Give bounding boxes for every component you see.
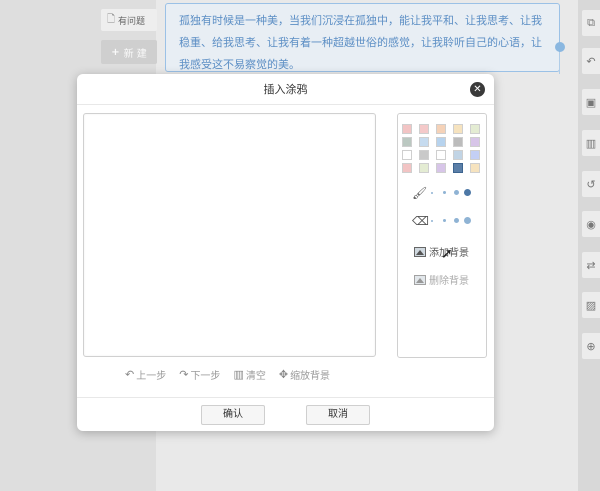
confirm-button[interactable]: 确认	[201, 405, 265, 425]
question-tag-button[interactable]: 🗋 有问题	[101, 9, 157, 31]
save-icon[interactable]: ▣	[582, 89, 600, 115]
picture-icon	[414, 246, 426, 257]
text-card-content: 孤独有时候是一种美，当我们沉浸在孤独中，能让我平和、让我思考、让我稳重、给我思考…	[179, 14, 542, 71]
color-swatch[interactable]	[402, 137, 412, 147]
color-swatch[interactable]	[419, 163, 429, 173]
eraser-size-row: ⌫	[412, 214, 476, 228]
color-swatch[interactable]	[470, 137, 480, 147]
resize-handle-line	[559, 52, 560, 74]
clear-button[interactable]: ▥ 清空	[233, 366, 265, 382]
color-swatch[interactable]	[402, 150, 412, 160]
color-swatch[interactable]	[402, 124, 412, 134]
brush-size-2[interactable]	[443, 191, 446, 194]
scale-background-label: 缩放背景	[290, 370, 331, 382]
eye-icon[interactable]: ◉	[582, 211, 600, 237]
redo-arrow-icon: ↷	[179, 367, 189, 381]
remove-background-label: 删除背景	[429, 276, 469, 287]
plus-icon: +	[111, 46, 120, 58]
eraser-size-4[interactable]	[464, 217, 471, 224]
new-button[interactable]: + 新 建	[101, 40, 157, 64]
color-swatch[interactable]	[436, 137, 446, 147]
zoom-icon[interactable]: ⊕	[582, 333, 600, 359]
right-toolbar: ⧉ ↶ ▣ ▥ ↺ ◉ ⇄ ▨ ⊕	[578, 0, 600, 491]
move-arrows-icon: ✥	[278, 367, 289, 381]
history-icon[interactable]: ↺	[582, 171, 600, 197]
action-bar: ↶ 上一步 ↷ 下一步 ▥ 清空 ✥ 缩放背景	[125, 366, 343, 382]
color-swatch[interactable]	[419, 124, 429, 134]
color-swatch[interactable]	[436, 163, 446, 173]
color-swatch[interactable]	[419, 150, 429, 160]
eraser-size-2[interactable]	[443, 219, 446, 222]
swap-icon[interactable]: ⇄	[582, 252, 600, 278]
brush-size-row: 🖌	[412, 186, 476, 200]
tools-panel: 🖌 ⌫ 添加背景 删除背景	[397, 113, 487, 358]
eraser-icon[interactable]: ⌫	[412, 214, 429, 228]
question-tag-label: 有问题	[118, 16, 146, 27]
dialog-title: 插入涂鸦	[263, 83, 308, 96]
brush-size-3[interactable]	[454, 190, 459, 195]
close-icon[interactable]: ✕	[470, 82, 485, 97]
color-swatch[interactable]	[470, 150, 480, 160]
resize-handle[interactable]	[555, 42, 565, 52]
eraser-size-1[interactable]	[431, 220, 433, 222]
copy-icon[interactable]: ⧉	[582, 10, 600, 36]
undo-icon[interactable]: ↶	[582, 48, 600, 74]
color-swatch[interactable]	[436, 124, 446, 134]
drawing-canvas[interactable]	[83, 113, 376, 357]
redo-button[interactable]: ↷ 下一步	[179, 366, 220, 382]
scale-background-button[interactable]: ✥ 缩放背景	[279, 366, 330, 382]
eraser-size-3[interactable]	[454, 218, 459, 223]
clear-label: 清空	[245, 370, 266, 382]
color-swatch[interactable]	[470, 124, 480, 134]
trash-icon: ▥	[233, 367, 244, 381]
color-swatch[interactable]	[470, 163, 480, 173]
mouse-cursor-icon: ➚	[441, 246, 453, 262]
redo-label: 下一步	[190, 370, 221, 382]
image-icon[interactable]: ▨	[582, 292, 600, 318]
color-swatch[interactable]	[402, 163, 412, 173]
picture-icon	[414, 274, 426, 285]
brush-size-1[interactable]	[431, 192, 433, 194]
text-card[interactable]: 孤独有时候是一种美，当我们沉浸在孤独中，能让我平和、让我思考、让我稳重、给我思考…	[165, 3, 560, 72]
color-swatch[interactable]	[453, 163, 463, 173]
trash-icon[interactable]: ▥	[582, 130, 600, 156]
color-swatch[interactable]	[419, 137, 429, 147]
color-swatch[interactable]	[453, 150, 463, 160]
brush-icon[interactable]: 🖌	[412, 186, 427, 200]
cancel-button[interactable]: 取消	[306, 405, 370, 425]
dialog-footer: 确认 取消	[77, 397, 494, 431]
remove-background-button[interactable]: 删除背景	[414, 272, 469, 287]
undo-arrow-icon: ↶	[125, 367, 135, 381]
doodle-dialog: 插入涂鸦 ✕ 🖌 ⌫ 添加背景 删除背景 ➚ ↶ 上一步 ↷ 下一步 ▥ 清空 …	[77, 74, 494, 431]
color-swatch[interactable]	[453, 124, 463, 134]
color-swatch[interactable]	[453, 137, 463, 147]
brush-size-4[interactable]	[464, 189, 471, 196]
undo-label: 上一步	[136, 370, 167, 382]
new-button-label: 新 建	[123, 48, 147, 60]
color-swatch[interactable]	[436, 150, 446, 160]
dialog-header: 插入涂鸦 ✕	[77, 74, 494, 105]
undo-button[interactable]: ↶ 上一步	[125, 366, 166, 382]
document-icon: 🗋	[107, 13, 116, 25]
